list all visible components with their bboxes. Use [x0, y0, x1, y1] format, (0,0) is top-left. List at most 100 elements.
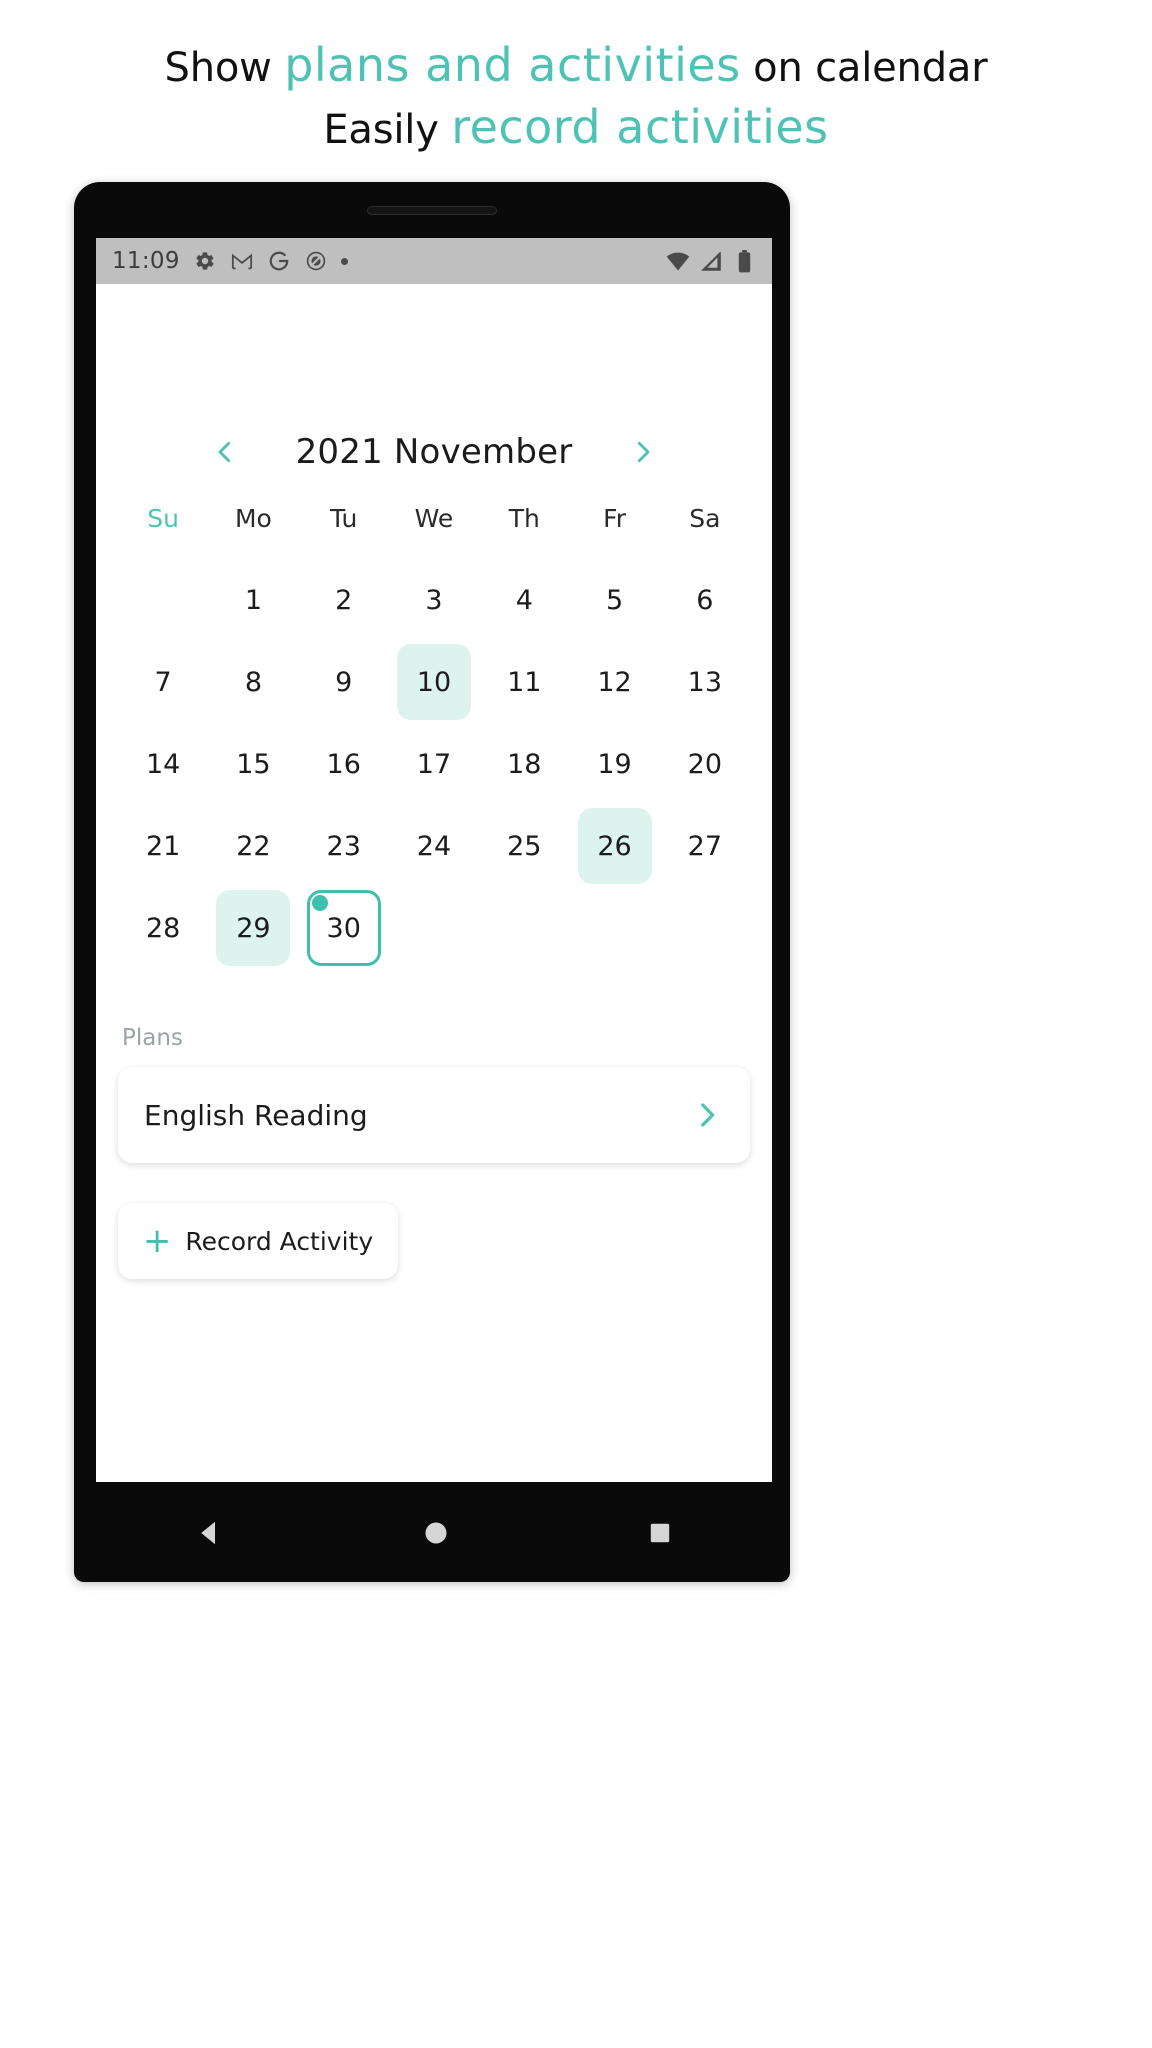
calendar-day-cell[interactable]: 28: [118, 887, 208, 969]
calendar-day-23[interactable]: 23: [307, 808, 381, 884]
calendar-day-4[interactable]: 4: [487, 562, 561, 638]
cellular-signal-icon: [699, 249, 723, 273]
calendar-day-cell[interactable]: 27: [660, 805, 750, 887]
calendar-day-27[interactable]: 27: [668, 808, 742, 884]
google-g-icon: [267, 249, 291, 273]
calendar-day-cell[interactable]: 26: [569, 805, 659, 887]
calendar-day-6[interactable]: 6: [668, 562, 742, 638]
calendar-day-cell[interactable]: 9: [299, 641, 389, 723]
calendar-day-2[interactable]: 2: [307, 562, 381, 638]
calendar-weekday-header: Su Mo Tu We Th Fr Sa: [96, 504, 772, 533]
calendar-day-14[interactable]: 14: [126, 726, 200, 802]
back-triangle-icon[interactable]: [195, 1518, 225, 1548]
calendar-day-7[interactable]: 7: [126, 644, 200, 720]
calendar-day-cell[interactable]: 29: [208, 887, 298, 969]
calendar-day-cell[interactable]: 22: [208, 805, 298, 887]
headline-line-2-accent: record activities: [451, 100, 829, 155]
calendar-day-21[interactable]: 21: [126, 808, 200, 884]
calendar-day-12[interactable]: 12: [578, 644, 652, 720]
calendar-day-cell[interactable]: 11: [479, 641, 569, 723]
calendar-day-cell[interactable]: 19: [569, 723, 659, 805]
chevron-right-icon[interactable]: [690, 1098, 724, 1132]
calendar-day-cell[interactable]: 4: [479, 559, 569, 641]
earpiece-speaker: [367, 206, 497, 215]
calendar-day-blank: [578, 890, 652, 966]
phone-screen: 11:09 2021 November Su Mo Tu We Th Fr Sa…: [96, 238, 772, 1482]
calendar-day-26[interactable]: 26: [577, 808, 652, 884]
calendar-day-cell[interactable]: 25: [479, 805, 569, 887]
calendar-day-30[interactable]: 30: [306, 890, 381, 966]
chevron-left-icon[interactable]: [208, 435, 242, 469]
dot-icon: [340, 257, 348, 265]
calendar-day-cell[interactable]: 18: [479, 723, 569, 805]
record-activity-label: Record Activity: [185, 1226, 374, 1256]
calendar-day-blank: [487, 890, 561, 966]
calendar-day-cell[interactable]: 13: [660, 641, 750, 723]
calendar-day-cell[interactable]: 15: [208, 723, 298, 805]
plus-icon: +: [142, 1221, 172, 1261]
calendar-month-title: 2021 November: [295, 432, 573, 472]
calendar-day-cell: [479, 887, 569, 969]
calendar-day-cell[interactable]: 3: [389, 559, 479, 641]
calendar-weekday-we: We: [414, 504, 454, 533]
home-circle-icon[interactable]: [422, 1519, 450, 1547]
calendar-day-13[interactable]: 13: [668, 644, 742, 720]
calendar-day-20[interactable]: 20: [668, 726, 742, 802]
calendar-weekday-mo: Mo: [234, 504, 272, 533]
calendar-day-cell[interactable]: 10: [389, 641, 479, 723]
calendar-day-5[interactable]: 5: [578, 562, 652, 638]
calendar-day-cell[interactable]: 5: [569, 559, 659, 641]
promo-screenshot: Show plans and activities on calendar Ea…: [0, 0, 1152, 2048]
status-bar-left: 11:09: [112, 248, 348, 274]
recents-square-icon[interactable]: [647, 1520, 673, 1546]
wifi-icon: [666, 249, 690, 273]
calendar-day-cell[interactable]: 24: [389, 805, 479, 887]
calendar-day-24[interactable]: 24: [397, 808, 471, 884]
calendar-day-cell[interactable]: 23: [299, 805, 389, 887]
calendar-day-cell[interactable]: 1: [208, 559, 298, 641]
calendar-weekday-fr: Fr: [603, 504, 626, 533]
calendar-day-15[interactable]: 15: [216, 726, 290, 802]
calendar-day-22[interactable]: 22: [216, 808, 290, 884]
calendar-day-8[interactable]: 8: [216, 644, 290, 720]
calendar-day-9[interactable]: 9: [307, 644, 381, 720]
battery-icon: [732, 249, 756, 273]
calendar-day-3[interactable]: 3: [397, 562, 471, 638]
calendar-day-blank: [668, 890, 742, 966]
calendar-day-cell[interactable]: 12: [569, 641, 659, 723]
calendar-day-cell[interactable]: 21: [118, 805, 208, 887]
calendar-day-cell[interactable]: 17: [389, 723, 479, 805]
calendar-days-grid: 1 2 3 4 5 6 7 8 9 10 11 12 13 14 15 16 17 18 19 20 21 22 23 24 2…: [96, 559, 772, 969]
calendar-day-11[interactable]: 11: [487, 644, 561, 720]
do-not-disturb-icon: [304, 249, 328, 273]
record-activity-button[interactable]: + Record Activity: [118, 1203, 398, 1279]
calendar-day-10[interactable]: 10: [396, 644, 471, 720]
calendar-day-cell: [660, 887, 750, 969]
calendar-day-cell[interactable]: 20: [660, 723, 750, 805]
calendar-day-17[interactable]: 17: [397, 726, 471, 802]
calendar-day-cell[interactable]: 16: [299, 723, 389, 805]
calendar-day-25[interactable]: 25: [487, 808, 561, 884]
plans-section-label: Plans: [122, 1025, 183, 1051]
calendar-day-16[interactable]: 16: [307, 726, 381, 802]
calendar-day-cell[interactable]: 8: [208, 641, 298, 723]
promo-headline: Show plans and activities on calendar Ea…: [0, 38, 1152, 155]
headline-line-1-accent: plans and activities: [284, 38, 741, 92]
calendar-day-cell: [389, 887, 479, 969]
calendar-day-29[interactable]: 29: [216, 890, 291, 966]
chevron-right-icon[interactable]: [626, 435, 660, 469]
status-bar-clock: 11:09: [112, 248, 180, 274]
headline-line-2-prefix: Easily: [323, 107, 452, 154]
app-content: 2021 November Su Mo Tu We Th Fr Sa 1 2 3 4 5 6 7 8 9 10…: [96, 432, 772, 1482]
calendar-day-cell[interactable]: 2: [299, 559, 389, 641]
calendar-day-1[interactable]: 1: [216, 562, 290, 638]
calendar-day-cell[interactable]: 14: [118, 723, 208, 805]
calendar-day-cell[interactable]: 6: [660, 559, 750, 641]
calendar-day-19[interactable]: 19: [578, 726, 652, 802]
calendar-day-cell[interactable]: 7: [118, 641, 208, 723]
headline-line-1-suffix: on calendar: [740, 45, 988, 91]
calendar-day-cell[interactable]: 30: [299, 887, 389, 969]
plan-card-english-reading[interactable]: English Reading: [118, 1067, 750, 1163]
calendar-day-28[interactable]: 28: [126, 890, 200, 966]
calendar-day-18[interactable]: 18: [487, 726, 561, 802]
